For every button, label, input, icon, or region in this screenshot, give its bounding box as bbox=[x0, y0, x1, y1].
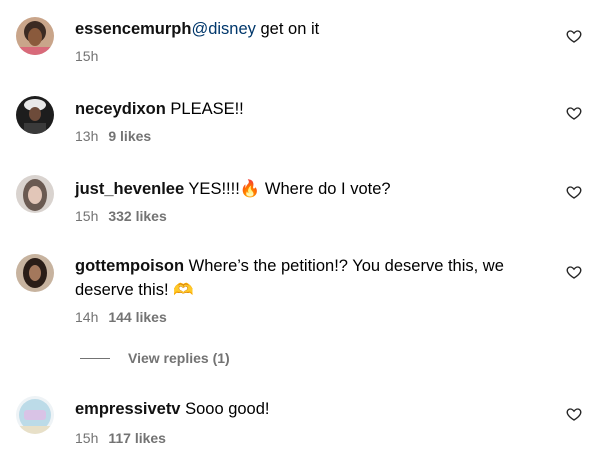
comment-body-cont: Where do I vote? bbox=[260, 180, 391, 198]
comment-username[interactable]: essencemurph bbox=[75, 20, 191, 38]
heart-icon[interactable] bbox=[566, 264, 582, 280]
comment-likes[interactable]: 9 likes bbox=[108, 128, 151, 144]
fire-emoji-icon: 🔥 bbox=[239, 179, 261, 198]
comment-body: get on it bbox=[255, 20, 320, 38]
heart-icon[interactable] bbox=[566, 406, 582, 422]
comment-username[interactable]: empressivetv bbox=[75, 400, 181, 418]
comment-text: empressivetv Sooo good! bbox=[75, 397, 545, 421]
comment-time[interactable]: 13h bbox=[75, 128, 98, 144]
comment-meta: 15h bbox=[75, 47, 98, 65]
avatar[interactable] bbox=[16, 96, 54, 134]
comment-likes[interactable]: 332 likes bbox=[108, 208, 166, 224]
comment-mention[interactable]: @disney bbox=[191, 20, 255, 38]
comment-body: PLEASE!! bbox=[165, 100, 244, 118]
view-replies-label[interactable]: View replies (1) bbox=[128, 350, 230, 366]
comment-time[interactable]: 15h bbox=[75, 430, 98, 446]
avatar[interactable] bbox=[16, 17, 54, 55]
heart-icon[interactable] bbox=[566, 105, 582, 121]
heart-icon[interactable] bbox=[566, 28, 582, 44]
comment-body: Sooo good! bbox=[180, 400, 270, 418]
comment-text: just_hevenlee YES!!!!🔥 Where do I vote? bbox=[75, 177, 545, 201]
comment-likes[interactable]: 144 likes bbox=[108, 309, 166, 325]
comment-text: essencemurph@disney get on it bbox=[75, 17, 545, 41]
avatar[interactable] bbox=[16, 254, 54, 292]
heart-hands-emoji-icon: 🫶 bbox=[173, 280, 194, 299]
comment-username[interactable]: neceydixon bbox=[75, 100, 166, 118]
comment-meta: 15h 332 likes bbox=[75, 207, 167, 225]
comment-meta: 15h 117 likes bbox=[75, 429, 166, 447]
view-replies-button[interactable]: View replies (1) bbox=[80, 348, 230, 368]
comment-likes[interactable]: 117 likes bbox=[108, 430, 166, 446]
comment-username[interactable]: just_hevenlee bbox=[75, 180, 184, 198]
comment-time[interactable]: 14h bbox=[75, 309, 98, 325]
comment-username[interactable]: gottempoison bbox=[75, 257, 184, 275]
replies-divider bbox=[80, 357, 110, 359]
comment-time[interactable]: 15h bbox=[75, 208, 98, 224]
comment-body: YES!!!! bbox=[184, 180, 240, 198]
avatar[interactable] bbox=[16, 396, 54, 434]
heart-icon[interactable] bbox=[566, 184, 582, 200]
comment-time[interactable]: 15h bbox=[75, 48, 98, 64]
comment-meta: 14h 144 likes bbox=[75, 308, 167, 326]
comment-meta: 13h 9 likes bbox=[75, 127, 151, 145]
avatar[interactable] bbox=[16, 175, 54, 213]
comment-text: gottempoison Where’s the petition!? You … bbox=[75, 254, 545, 302]
comment-text: neceydixon PLEASE!! bbox=[75, 97, 545, 121]
